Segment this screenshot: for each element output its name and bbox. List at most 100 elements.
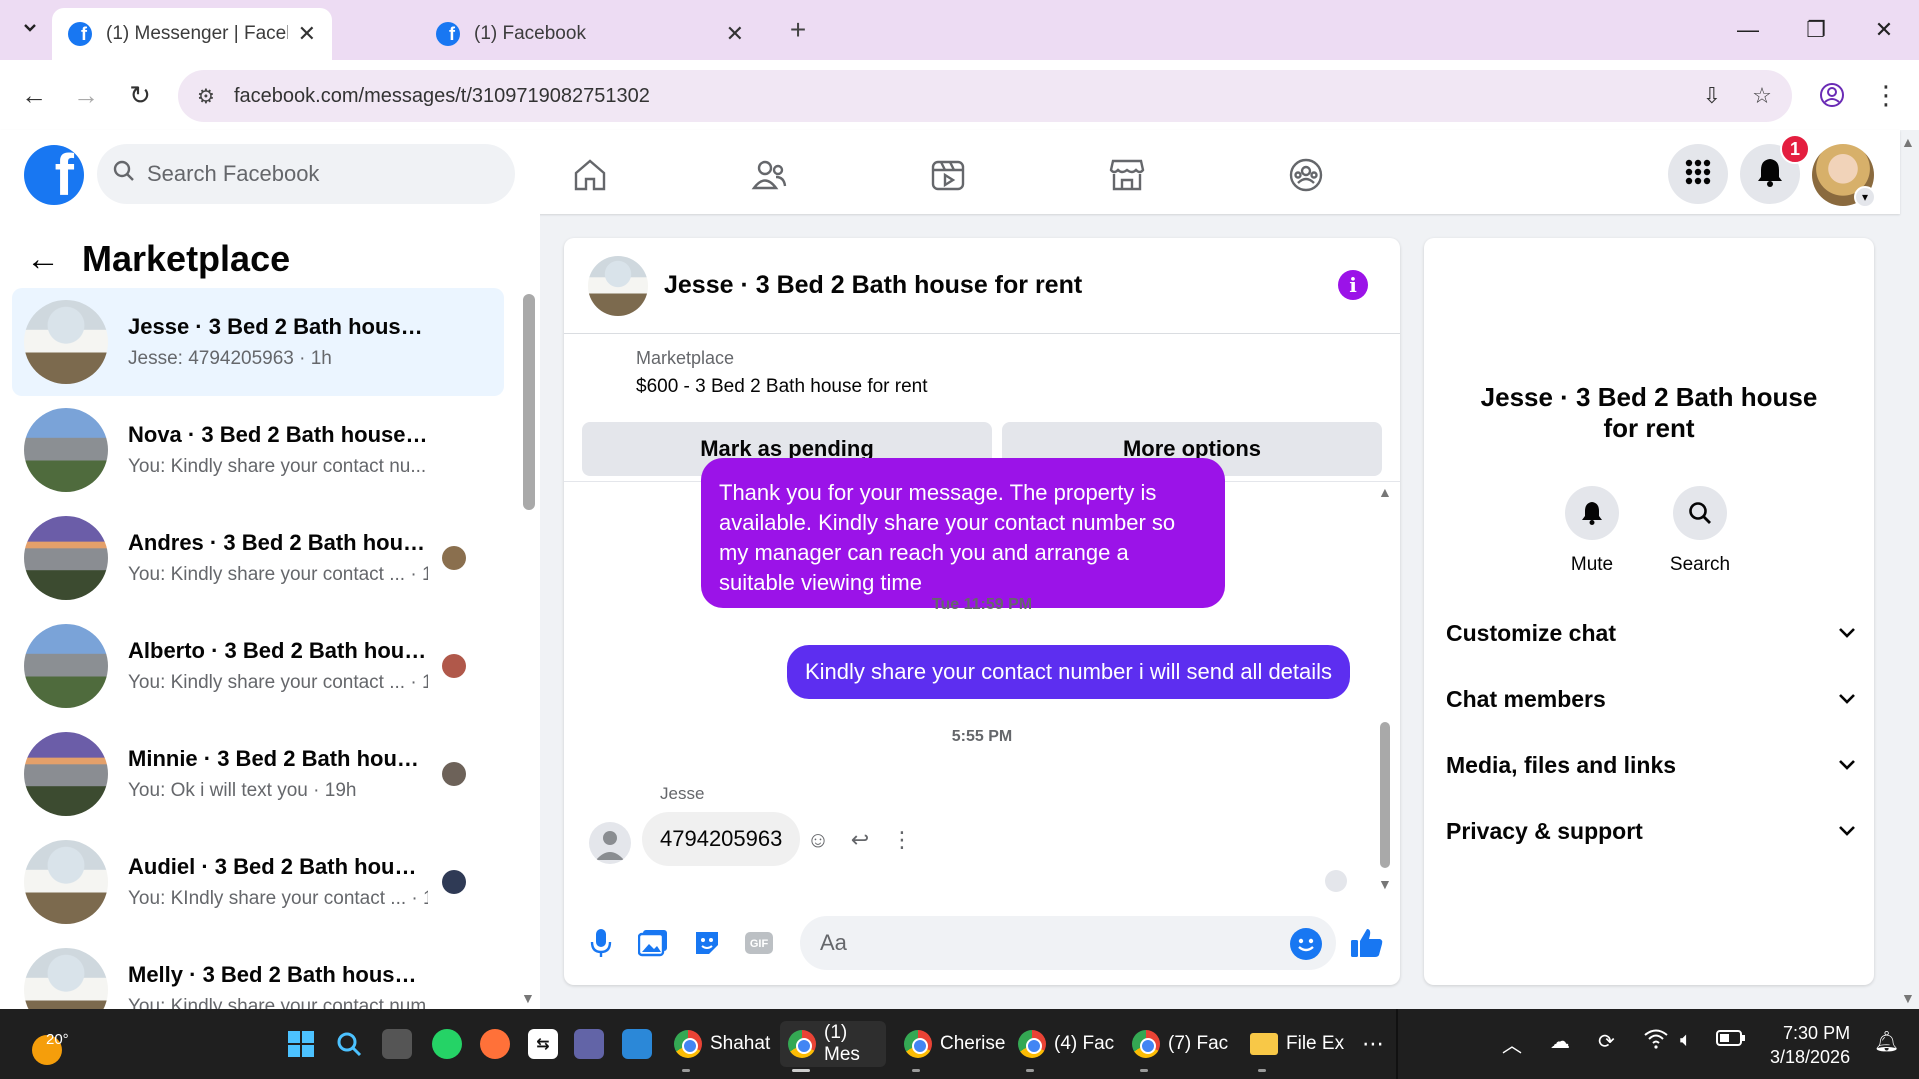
tab-facebook[interactable]: f (1) Facebook ✕: [420, 8, 760, 60]
facebook-search-input[interactable]: Search Facebook: [97, 144, 515, 204]
mute-button[interactable]: Mute: [1552, 486, 1632, 576]
taskbar-app-chrome[interactable]: (7) Fac: [1124, 1021, 1236, 1067]
groups-icon[interactable]: [1281, 150, 1331, 200]
sync-icon[interactable]: ⟳: [1598, 1029, 1615, 1054]
chat-members-row[interactable]: Chat members: [1446, 674, 1856, 724]
taskbar-overflow-button[interactable]: ⋯: [1354, 1021, 1392, 1067]
teams-icon[interactable]: [574, 1029, 604, 1059]
back-button[interactable]: ←: [14, 75, 54, 115]
taskbar-app-chrome[interactable]: (4) Fac: [1010, 1021, 1122, 1067]
section-label: Customize chat: [1446, 619, 1616, 646]
conversation-list-scrollbar[interactable]: [523, 294, 535, 510]
scroll-up-arrow[interactable]: ▲: [1378, 484, 1392, 500]
site-info-icon[interactable]: ⚙: [178, 84, 234, 109]
facebook-logo[interactable]: f: [24, 145, 84, 205]
page-scroll-down-arrow[interactable]: ▼: [1901, 990, 1915, 1006]
tab-search-button[interactable]: [12, 12, 48, 48]
close-window-button[interactable]: ✕: [1854, 8, 1914, 52]
battery-icon[interactable]: [1716, 1029, 1746, 1053]
conversation-name: Jesse · 3 Bed 2 Bath house for re...: [128, 314, 428, 339]
wifi-icon[interactable]: [1644, 1029, 1668, 1055]
menu-grid-button[interactable]: [1668, 144, 1728, 204]
chat-avatar[interactable]: [588, 255, 648, 316]
cloud-offline-icon[interactable]: ☁: [1550, 1029, 1570, 1054]
search-icon[interactable]: [334, 1029, 364, 1059]
chevron-down-icon: [1838, 821, 1856, 842]
bookmark-star-icon[interactable]: ☆: [1742, 76, 1782, 116]
windows-start-icon[interactable]: [286, 1029, 316, 1059]
sticker-icon[interactable]: [688, 924, 726, 962]
more-actions-icon[interactable]: ⋮: [886, 824, 918, 856]
taskbar-app-chrome[interactable]: (1) Mes: [780, 1021, 886, 1067]
address-bar[interactable]: ⚙ facebook.com/messages/t/31097190827513…: [178, 70, 1792, 122]
new-tab-button[interactable]: +: [780, 12, 816, 48]
friends-icon[interactable]: [744, 150, 794, 200]
message-input[interactable]: Aa: [800, 916, 1336, 970]
privacy-support-row[interactable]: Privacy & support: [1446, 806, 1856, 856]
scroll-down-arrow[interactable]: ▼: [521, 990, 535, 1006]
reply-icon[interactable]: ↩: [844, 824, 876, 856]
chrome-icon: [788, 1030, 816, 1058]
photo-icon[interactable]: [634, 924, 672, 962]
customize-chat-row[interactable]: Customize chat: [1446, 608, 1856, 658]
reload-button[interactable]: ↻: [120, 75, 160, 115]
incoming-message[interactable]: 4794205963: [642, 812, 801, 866]
listing-thumbnail[interactable]: [582, 352, 620, 390]
svg-text:GIF: GIF: [750, 938, 769, 950]
firefox-icon[interactable]: [480, 1029, 510, 1059]
conversation-item[interactable]: Andres · 3 Bed 2 Bath house f... You: Ki…: [12, 504, 504, 612]
browser-menu-icon[interactable]: ⋮: [1866, 75, 1906, 115]
taskbar-app-chrome[interactable]: Shahat: [666, 1021, 778, 1067]
app-icon[interactable]: ⇆: [528, 1029, 558, 1059]
weather-widget[interactable]: 20°: [28, 1021, 69, 1065]
minimize-button[interactable]: —: [1718, 8, 1778, 52]
chevron-down-icon[interactable]: ▾: [1854, 186, 1876, 208]
close-tab-icon[interactable]: ✕: [298, 21, 316, 47]
notepad-icon[interactable]: [622, 1029, 652, 1059]
conversation-item[interactable]: Audiel · 3 Bed 2 Bath house f... You: KI…: [12, 828, 504, 936]
scroll-down-arrow[interactable]: ▼: [1378, 876, 1392, 892]
notification-center-icon[interactable]: 🔔︎: [1874, 1029, 1899, 1054]
task-view-icon[interactable]: [382, 1029, 412, 1059]
default-user-icon[interactable]: [589, 822, 631, 864]
install-app-icon[interactable]: ⇩: [1692, 76, 1732, 116]
tab-messenger[interactable]: f (1) Messenger | Facebook ✕: [52, 8, 332, 60]
outgoing-message[interactable]: Kindly share your contact number i will …: [787, 645, 1351, 699]
listing-thumbnail: [24, 732, 108, 816]
whatsapp-icon[interactable]: [432, 1029, 462, 1059]
volume-icon[interactable]: 🔈︎: [1680, 1029, 1692, 1052]
contact-avatar[interactable]: [1594, 264, 1702, 372]
react-icon[interactable]: ☺: [802, 824, 834, 856]
restore-button[interactable]: ❐: [1786, 8, 1846, 52]
microphone-icon[interactable]: [582, 924, 620, 962]
outgoing-message[interactable]: Thank you for your message. The property…: [701, 458, 1225, 608]
chat-scrollbar[interactable]: [1380, 722, 1390, 868]
media-files-links-row[interactable]: Media, files and links: [1446, 740, 1856, 790]
forward-button[interactable]: →: [66, 75, 106, 115]
gif-icon[interactable]: GIF: [740, 924, 778, 962]
conversation-item[interactable]: Alberto · 3 Bed 2 Bath house f... You: K…: [12, 612, 504, 720]
conversation-item[interactable]: Minnie · 3 Bed 2 Bath house f... You: Ok…: [12, 720, 504, 828]
close-tab-icon[interactable]: ✕: [726, 21, 744, 47]
conversation-item[interactable]: Melly · 3 Bed 2 Bath house for r... You:…: [12, 936, 504, 1009]
show-hidden-icons-chevron[interactable]: ︿: [1502, 1029, 1522, 1058]
emoji-icon[interactable]: [1290, 928, 1322, 960]
taskbar-app-file-explorer[interactable]: File Ex: [1242, 1021, 1352, 1067]
listing-title[interactable]: $600 - 3 Bed 2 Bath house for rent: [636, 376, 928, 398]
info-icon[interactable]: i: [1338, 270, 1368, 300]
taskbar-clock[interactable]: 7:30 PM 3/18/2026: [1770, 1021, 1850, 1069]
back-arrow-icon[interactable]: ←: [26, 240, 60, 279]
profile-icon[interactable]: [1812, 75, 1852, 115]
video-icon[interactable]: [923, 150, 973, 200]
chat-title[interactable]: Jesse · 3 Bed 2 Bath house for rent: [664, 271, 1082, 300]
page-scroll-up-arrow[interactable]: ▲: [1901, 134, 1915, 150]
search-in-chat-button[interactable]: Search: [1660, 486, 1740, 576]
url-text[interactable]: facebook.com/messages/t/3109719082751302: [234, 85, 1692, 108]
home-icon[interactable]: [565, 150, 615, 200]
like-thumbs-up-icon[interactable]: [1348, 924, 1386, 962]
taskbar-app-chrome[interactable]: Cherise: [896, 1021, 1013, 1067]
conversation-item[interactable]: Jesse · 3 Bed 2 Bath house for re... Jes…: [12, 288, 504, 396]
marketplace-icon[interactable]: [1102, 150, 1152, 200]
conversation-item[interactable]: Nova · 3 Bed 2 Bath house for re... You:…: [12, 396, 504, 504]
conversation-preview: You: KIndly share your contact ... · 19h: [128, 888, 428, 909]
